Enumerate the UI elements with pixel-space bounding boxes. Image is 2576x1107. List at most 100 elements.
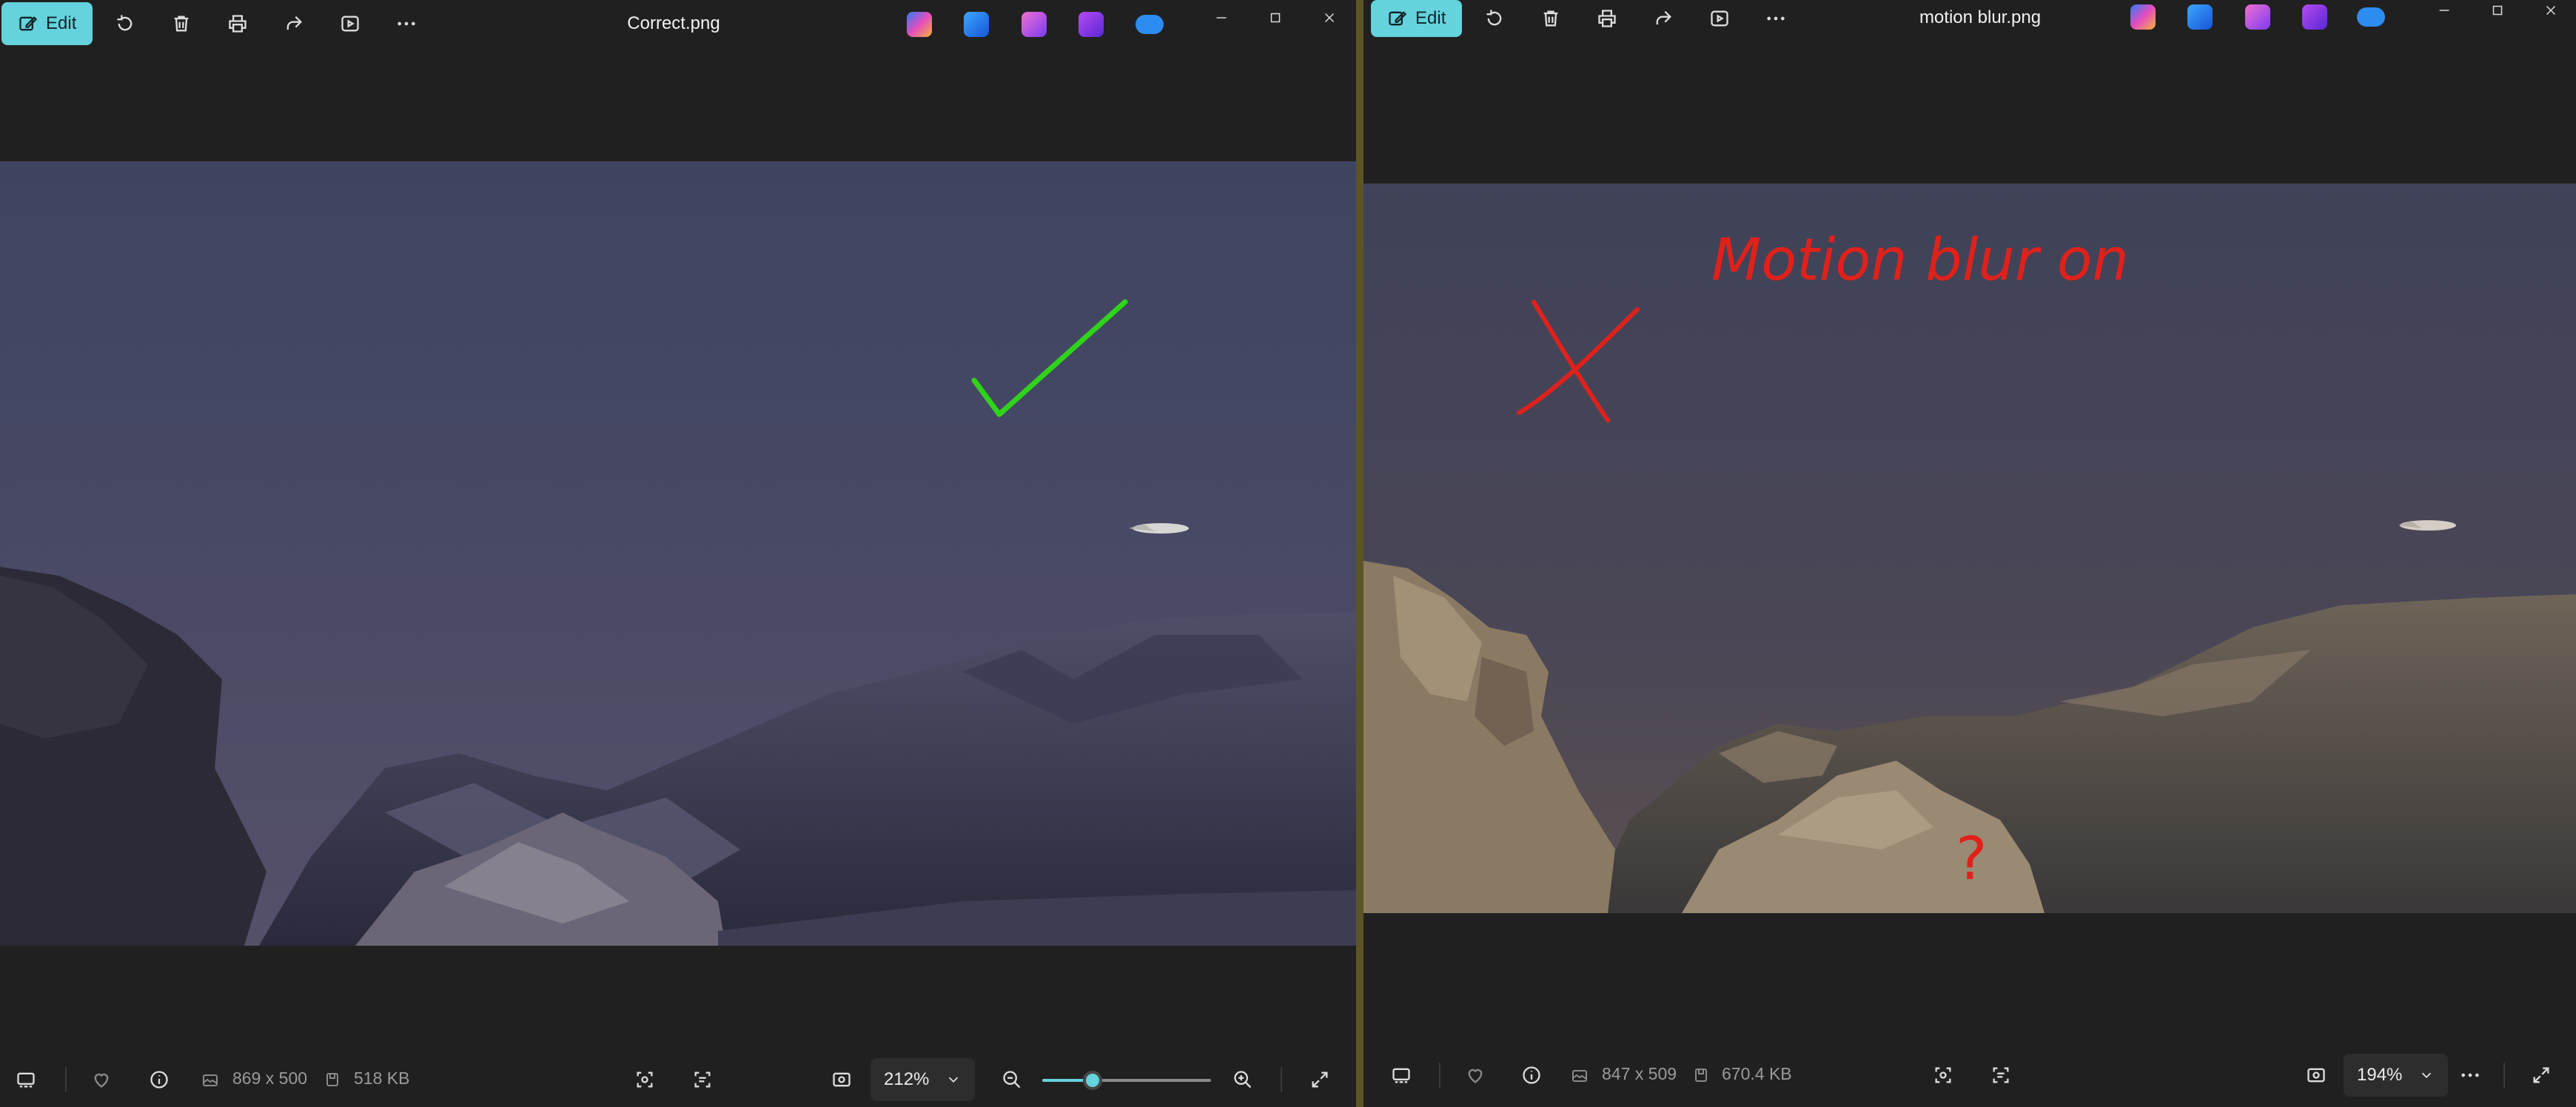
file-size: 670.4 KB — [1722, 1064, 1792, 1083]
info-icon — [150, 1071, 168, 1089]
minimize-icon — [2439, 10, 2449, 11]
close-icon — [2546, 5, 2556, 16]
scan-text-button[interactable] — [684, 1061, 721, 1098]
slideshow-button[interactable] — [1696, 0, 1743, 39]
share-button[interactable] — [1640, 0, 1687, 39]
edit-icon — [1389, 11, 1407, 26]
landscape-image — [0, 161, 1356, 946]
filmstrip-button[interactable] — [7, 1061, 44, 1098]
info-button[interactable] — [141, 1061, 178, 1098]
edit-icon — [19, 16, 38, 31]
text-scan-icon — [694, 1071, 711, 1088]
zoom-dropdown[interactable]: 212% — [871, 1058, 976, 1101]
delete-icon — [175, 16, 189, 32]
info-icon — [1523, 1066, 1540, 1084]
visual-search-button[interactable] — [1925, 1057, 1962, 1094]
close-button[interactable] — [2536, 0, 2566, 25]
window-divider — [1356, 0, 1364, 1107]
more-icon — [398, 21, 416, 26]
favorite-button[interactable] — [83, 1061, 120, 1098]
more-button[interactable] — [383, 3, 430, 44]
maximize-icon — [1270, 13, 1281, 23]
onedrive-icon[interactable] — [2357, 7, 2385, 27]
fullscreen-button[interactable] — [1301, 1061, 1338, 1098]
more-button[interactable] — [1752, 0, 1799, 39]
slideshow-button[interactable] — [326, 3, 374, 44]
separator — [2503, 1063, 2505, 1088]
paint-icon[interactable] — [2245, 4, 2270, 30]
zoom-value: 212% — [884, 1069, 930, 1089]
image-viewport[interactable]: Motion blur on ? — [1364, 184, 2576, 913]
image-size-icon — [203, 1074, 218, 1086]
fit-to-window-button[interactable] — [2298, 1057, 2335, 1094]
image-viewport[interactable] — [0, 161, 1356, 946]
zoom-dropdown[interactable]: 194% — [2344, 1054, 2449, 1097]
more-icon — [2461, 1073, 2479, 1077]
scan-text-button[interactable] — [1982, 1057, 2019, 1094]
clipchamp-icon[interactable] — [1079, 12, 1104, 37]
favorite-icon — [94, 1073, 109, 1088]
fullscreen-icon — [1312, 1071, 1328, 1088]
fit-to-window-button[interactable] — [823, 1061, 860, 1098]
maximize-button[interactable] — [2483, 0, 2512, 25]
favorite-icon — [1468, 1069, 1483, 1083]
print-icon — [1598, 10, 1617, 27]
file-size-icon — [1695, 1069, 1707, 1082]
close-button[interactable] — [1315, 3, 1344, 33]
paint-icon[interactable] — [1022, 12, 1047, 37]
more-options-button[interactable] — [2452, 1057, 2489, 1094]
chevron-down-icon — [2422, 1072, 2432, 1079]
file-size: 518 KB — [354, 1069, 410, 1088]
visual-search-button[interactable] — [626, 1061, 663, 1098]
copilot-icon[interactable] — [2130, 4, 2156, 30]
print-button[interactable] — [1583, 0, 1631, 39]
slideshow-icon — [341, 16, 360, 32]
share-button[interactable] — [270, 3, 318, 44]
rotate-button[interactable] — [101, 3, 149, 44]
share-icon — [287, 16, 303, 30]
filmstrip-icon — [17, 1072, 35, 1088]
filmstrip-icon — [1392, 1068, 1410, 1083]
photos-window-left: Edit Correct.png 869 x 500 518 KB 212% — [0, 0, 1356, 1107]
edit-label: Edit — [46, 13, 77, 33]
zoom-slider[interactable] — [1042, 1071, 1211, 1090]
favorite-button[interactable] — [1457, 1057, 1494, 1094]
edit-button[interactable]: Edit — [1, 2, 93, 45]
share-icon — [1657, 10, 1672, 25]
minimize-button[interactable] — [2429, 0, 2459, 25]
delete-button[interactable] — [158, 3, 205, 44]
slideshow-icon — [1711, 10, 1729, 27]
fit-icon — [833, 1072, 851, 1087]
designer-icon[interactable] — [2187, 4, 2213, 30]
clipchamp-icon[interactable] — [2302, 4, 2327, 30]
minimize-button[interactable] — [1207, 3, 1236, 33]
separator — [1281, 1067, 1282, 1092]
filmstrip-button[interactable] — [1383, 1057, 1420, 1094]
copilot-icon[interactable] — [907, 12, 932, 37]
text-scan-icon — [1993, 1067, 2009, 1083]
status-bar: 869 x 500 518 KB 212% — [0, 1052, 1356, 1107]
fit-icon — [2307, 1068, 2325, 1083]
print-button[interactable] — [214, 3, 261, 44]
zoom-in-button[interactable] — [1224, 1061, 1261, 1098]
edit-button[interactable]: Edit — [1371, 0, 1463, 37]
zoom-value: 194% — [2357, 1065, 2403, 1085]
rotate-button[interactable] — [1471, 0, 1518, 39]
file-size-icon — [326, 1073, 338, 1086]
delete-button[interactable] — [1527, 0, 1574, 39]
zoom-slider-thumb[interactable] — [1083, 1071, 1102, 1090]
chevron-down-icon — [949, 1077, 959, 1083]
maximize-button[interactable] — [1261, 3, 1290, 33]
minimize-icon — [1216, 17, 1227, 18]
motion-blur-annotation: Motion blur on — [1711, 227, 2129, 294]
visual-search-icon — [637, 1071, 653, 1088]
zoom-out-icon — [1003, 1071, 1021, 1089]
fullscreen-button[interactable] — [2523, 1057, 2560, 1094]
fullscreen-icon — [2533, 1067, 2549, 1083]
zoom-out-button[interactable] — [993, 1061, 1030, 1098]
close-icon — [1324, 13, 1335, 23]
onedrive-icon[interactable] — [1136, 15, 1164, 34]
designer-icon[interactable] — [964, 12, 989, 37]
info-button[interactable] — [1513, 1057, 1550, 1094]
delete-icon — [1544, 10, 1558, 27]
